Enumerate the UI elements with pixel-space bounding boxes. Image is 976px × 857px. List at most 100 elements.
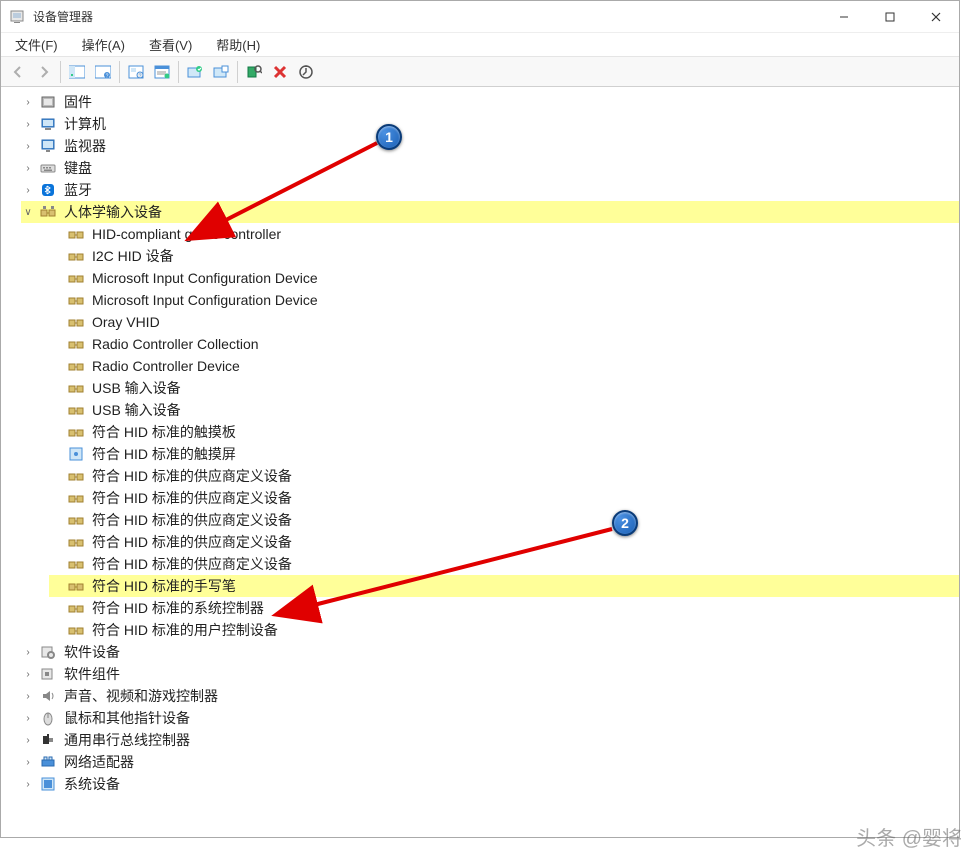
forward-button[interactable] bbox=[31, 60, 57, 84]
tree-category-label: 固件 bbox=[61, 91, 95, 113]
device-tree[interactable]: › 固件›计算机›监视器›键盘›蓝牙 ∨ 人体学输入设备HID-compliant g… bbox=[1, 87, 959, 837]
expander-icon[interactable]: › bbox=[21, 735, 35, 746]
tree-item[interactable]: 符合 HID 标准的触摸板 bbox=[49, 421, 959, 443]
svg-text:?: ? bbox=[139, 73, 142, 79]
tree-category[interactable]: ›监视器 bbox=[21, 135, 959, 157]
tree-category[interactable]: ›软件设备 bbox=[21, 641, 959, 663]
show-hidden-button[interactable] bbox=[182, 60, 208, 84]
expander-icon[interactable]: › bbox=[21, 757, 35, 768]
tree-category[interactable]: ›键盘 bbox=[21, 157, 959, 179]
tree-item-label: 符合 HID 标准的供应商定义设备 bbox=[89, 465, 295, 487]
tree-category-label: 通用串行总线控制器 bbox=[61, 729, 193, 751]
device-manager-window: 设备管理器 文件(F) 操作(A) 查看(V) 帮助(H) ? ? bbox=[0, 0, 960, 838]
usb-icon bbox=[39, 731, 57, 749]
back-button[interactable] bbox=[5, 60, 31, 84]
tree-item-label: Microsoft Input Configuration Device bbox=[89, 291, 321, 309]
hid-item-icon bbox=[67, 533, 85, 551]
menu-view[interactable]: 查看(V) bbox=[143, 33, 198, 56]
tree-item[interactable]: Microsoft Input Configuration Device bbox=[49, 267, 959, 289]
tree-item[interactable]: 符合 HID 标准的供应商定义设备 bbox=[49, 509, 959, 531]
menu-help[interactable]: 帮助(H) bbox=[210, 33, 266, 56]
tree-item[interactable]: Microsoft Input Configuration Device bbox=[49, 289, 959, 311]
show-tree-button[interactable] bbox=[64, 60, 90, 84]
tree-item[interactable]: 符合 HID 标准的用户控制设备 bbox=[49, 619, 959, 641]
watermark: 头条 @婴将 bbox=[856, 822, 962, 851]
tree-item-label: 符合 HID 标准的触摸板 bbox=[89, 421, 239, 443]
tree-item-label: 符合 HID 标准的供应商定义设备 bbox=[89, 509, 295, 531]
tree-category-label: 软件组件 bbox=[61, 663, 123, 685]
minimize-button[interactable] bbox=[821, 1, 867, 33]
tree-item[interactable]: Radio Controller Collection bbox=[49, 333, 959, 355]
hid-item-icon bbox=[67, 291, 85, 309]
tree-item[interactable]: 符合 HID 标准的供应商定义设备 bbox=[49, 487, 959, 509]
tree-item[interactable]: 符合 HID 标准的供应商定义设备 bbox=[49, 465, 959, 487]
tree-category[interactable]: ›计算机 bbox=[21, 113, 959, 135]
tree-item-label: 符合 HID 标准的供应商定义设备 bbox=[89, 531, 295, 553]
annotation-badge-2: 2 bbox=[612, 510, 638, 536]
tree-category[interactable]: ›网络适配器 bbox=[21, 751, 959, 773]
properties-button[interactable] bbox=[149, 60, 175, 84]
scan-hardware-button[interactable] bbox=[241, 60, 267, 84]
app-icon bbox=[9, 9, 25, 25]
tree-item[interactable]: 符合 HID 标准的供应商定义设备 bbox=[49, 531, 959, 553]
tree-item[interactable]: Radio Controller Device bbox=[49, 355, 959, 377]
tree-item-label: Oray VHID bbox=[89, 313, 163, 331]
bluetooth-icon bbox=[39, 181, 57, 199]
tree-item[interactable]: Oray VHID bbox=[49, 311, 959, 333]
tree-category[interactable]: ›鼠标和其他指针设备 bbox=[21, 707, 959, 729]
expander-icon[interactable]: › bbox=[21, 141, 35, 152]
hid-item-icon bbox=[67, 313, 85, 331]
hid-item-icon bbox=[67, 357, 85, 375]
tree-item[interactable]: I2C HID 设备 bbox=[49, 245, 959, 267]
window-title: 设备管理器 bbox=[33, 8, 93, 25]
hid-item-icon bbox=[67, 577, 85, 595]
uninstall-button[interactable] bbox=[267, 60, 293, 84]
window-controls bbox=[821, 1, 959, 33]
update-driver-button[interactable] bbox=[293, 60, 319, 84]
software-device-icon bbox=[39, 643, 57, 661]
tree-category[interactable]: ∨ 人体学输入设备 bbox=[21, 201, 959, 223]
tree-item[interactable]: 符合 HID 标准的触摸屏 bbox=[49, 443, 959, 465]
hid-item-icon bbox=[67, 467, 85, 485]
expander-icon[interactable]: › bbox=[21, 185, 35, 196]
maximize-button[interactable] bbox=[867, 1, 913, 33]
tree-item[interactable]: 符合 HID 标准的供应商定义设备 bbox=[49, 553, 959, 575]
tree-item[interactable]: HID-compliant game controller bbox=[49, 223, 959, 245]
hid-item-icon bbox=[67, 621, 85, 639]
events-button[interactable] bbox=[208, 60, 234, 84]
expander-icon[interactable]: › bbox=[21, 779, 35, 790]
firmware-icon bbox=[39, 93, 57, 111]
annotation-badge-1: 1 bbox=[376, 124, 402, 150]
tree-category[interactable]: › 软件组件 bbox=[21, 663, 959, 685]
tree-category-label: 人体学输入设备 bbox=[61, 201, 165, 223]
expander-icon[interactable]: › bbox=[21, 691, 35, 702]
tree-category[interactable]: ›声音、视频和游戏控制器 bbox=[21, 685, 959, 707]
tree-item-label: Microsoft Input Configuration Device bbox=[89, 269, 321, 287]
tree-item[interactable]: 符合 HID 标准的手写笔 bbox=[49, 575, 959, 597]
hid-item-icon bbox=[67, 269, 85, 287]
tree-item-label: I2C HID 设备 bbox=[89, 245, 177, 267]
expander-icon[interactable]: ∨ bbox=[21, 207, 35, 218]
menu-action[interactable]: 操作(A) bbox=[76, 33, 131, 56]
tree-category[interactable]: ›蓝牙 bbox=[21, 179, 959, 201]
tree-item[interactable]: 符合 HID 标准的系统控制器 bbox=[49, 597, 959, 619]
tree-item-label: 符合 HID 标准的手写笔 bbox=[89, 575, 239, 597]
expander-icon[interactable]: › bbox=[21, 119, 35, 130]
tree-category[interactable]: ›系统设备 bbox=[21, 773, 959, 795]
help2-button[interactable]: ? bbox=[123, 60, 149, 84]
expander-icon[interactable]: › bbox=[21, 97, 35, 108]
tree-category[interactable]: › 通用串行总线控制器 bbox=[21, 729, 959, 751]
expander-icon[interactable]: › bbox=[21, 713, 35, 724]
help-button[interactable]: ? bbox=[90, 60, 116, 84]
tree-item[interactable]: USB 输入设备 bbox=[49, 377, 959, 399]
tree-item-label: Radio Controller Collection bbox=[89, 335, 262, 353]
expander-icon[interactable]: › bbox=[21, 647, 35, 658]
expander-icon[interactable]: › bbox=[21, 669, 35, 680]
menu-file[interactable]: 文件(F) bbox=[9, 33, 64, 56]
hid-item-icon bbox=[67, 247, 85, 265]
tree-category[interactable]: › 固件 bbox=[21, 91, 959, 113]
tree-item[interactable]: USB 输入设备 bbox=[49, 399, 959, 421]
expander-icon[interactable]: › bbox=[21, 163, 35, 174]
close-button[interactable] bbox=[913, 1, 959, 33]
hid-item-icon bbox=[67, 511, 85, 529]
